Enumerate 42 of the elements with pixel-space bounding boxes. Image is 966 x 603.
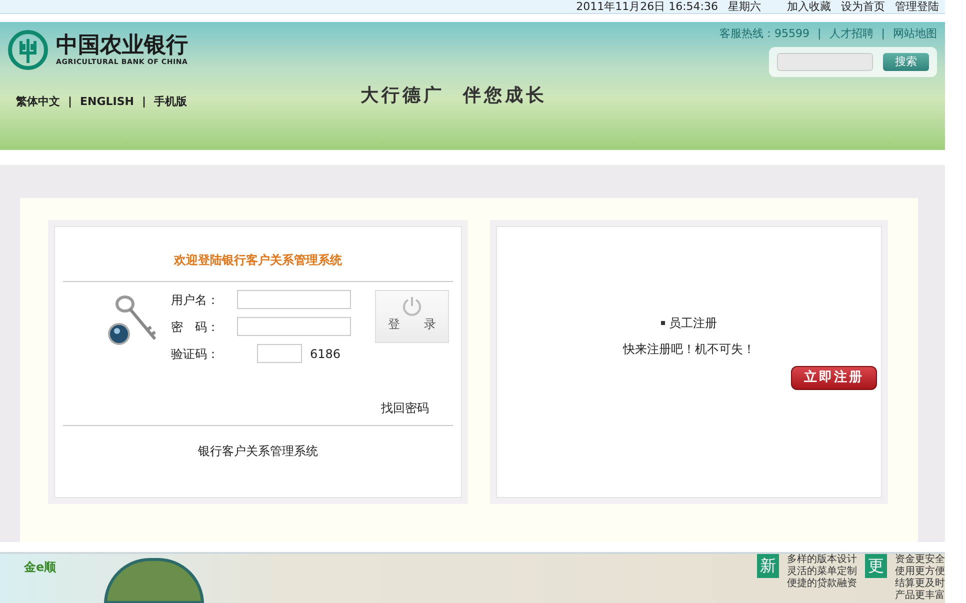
field-label: 验证码： [171,346,220,362]
weekday: 星期六 [728,0,761,13]
banner-line: 便捷的贷款融资 [787,578,857,590]
banner-badge: 更 [865,554,887,578]
banner-line: 结算更及时 [895,578,945,590]
captcha-field[interactable] [257,344,302,363]
language-link[interactable]: ENGLISH [80,94,134,110]
date-time: 2011年11月26日 16:54:36 [576,0,718,13]
login-title: 欢迎登陆银行客户关系管理系统 [172,252,343,269]
top-link[interactable]: 管理登陆 [895,0,939,13]
bank-name: 中国农业银行 [56,32,188,57]
banner-line: 产品更丰富 [895,590,945,602]
register-text: 快来注册吧！机不可失！ [623,341,755,358]
field-label: 密 码： [171,318,220,336]
banner-brand: 金e顺 [24,559,56,576]
captcha-code: 6186 [310,346,341,362]
language-link[interactable]: 手机版 [154,94,188,110]
field-label: 用户名： [171,292,220,308]
login-button[interactable]: 登 录 [375,290,449,343]
register-heading: 员工注册 [669,315,717,332]
banner-line: 资金更安全 [895,554,945,566]
banner-line: 多样的版本设计 [787,554,857,566]
bullet-icon [661,321,665,326]
search-field[interactable] [776,52,873,71]
password-field[interactable] [237,317,351,336]
system-name: 银行客户关系管理系统 [197,443,319,460]
banner-line: 灵活的菜单定制 [787,566,857,578]
recover-password-link[interactable]: 找回密码 [381,399,429,417]
language-link[interactable]: 繁体中文 [16,94,60,110]
username-field[interactable] [237,290,351,309]
separator: | [68,94,72,110]
banner-line: 使用更方便 [895,566,945,578]
top-link[interactable]: 设为首页 [841,0,885,13]
separator: | [818,26,822,42]
top-link[interactable]: 加入收藏 [787,0,831,13]
separator: | [142,94,146,110]
separator: | [881,26,885,42]
banner-badge: 新 [757,554,779,578]
power-icon [401,295,423,317]
bank-logo-icon [8,30,48,70]
register-button[interactable]: 立即注册 [791,366,877,390]
slogan: 大行德广 伴您成长 [360,84,548,108]
